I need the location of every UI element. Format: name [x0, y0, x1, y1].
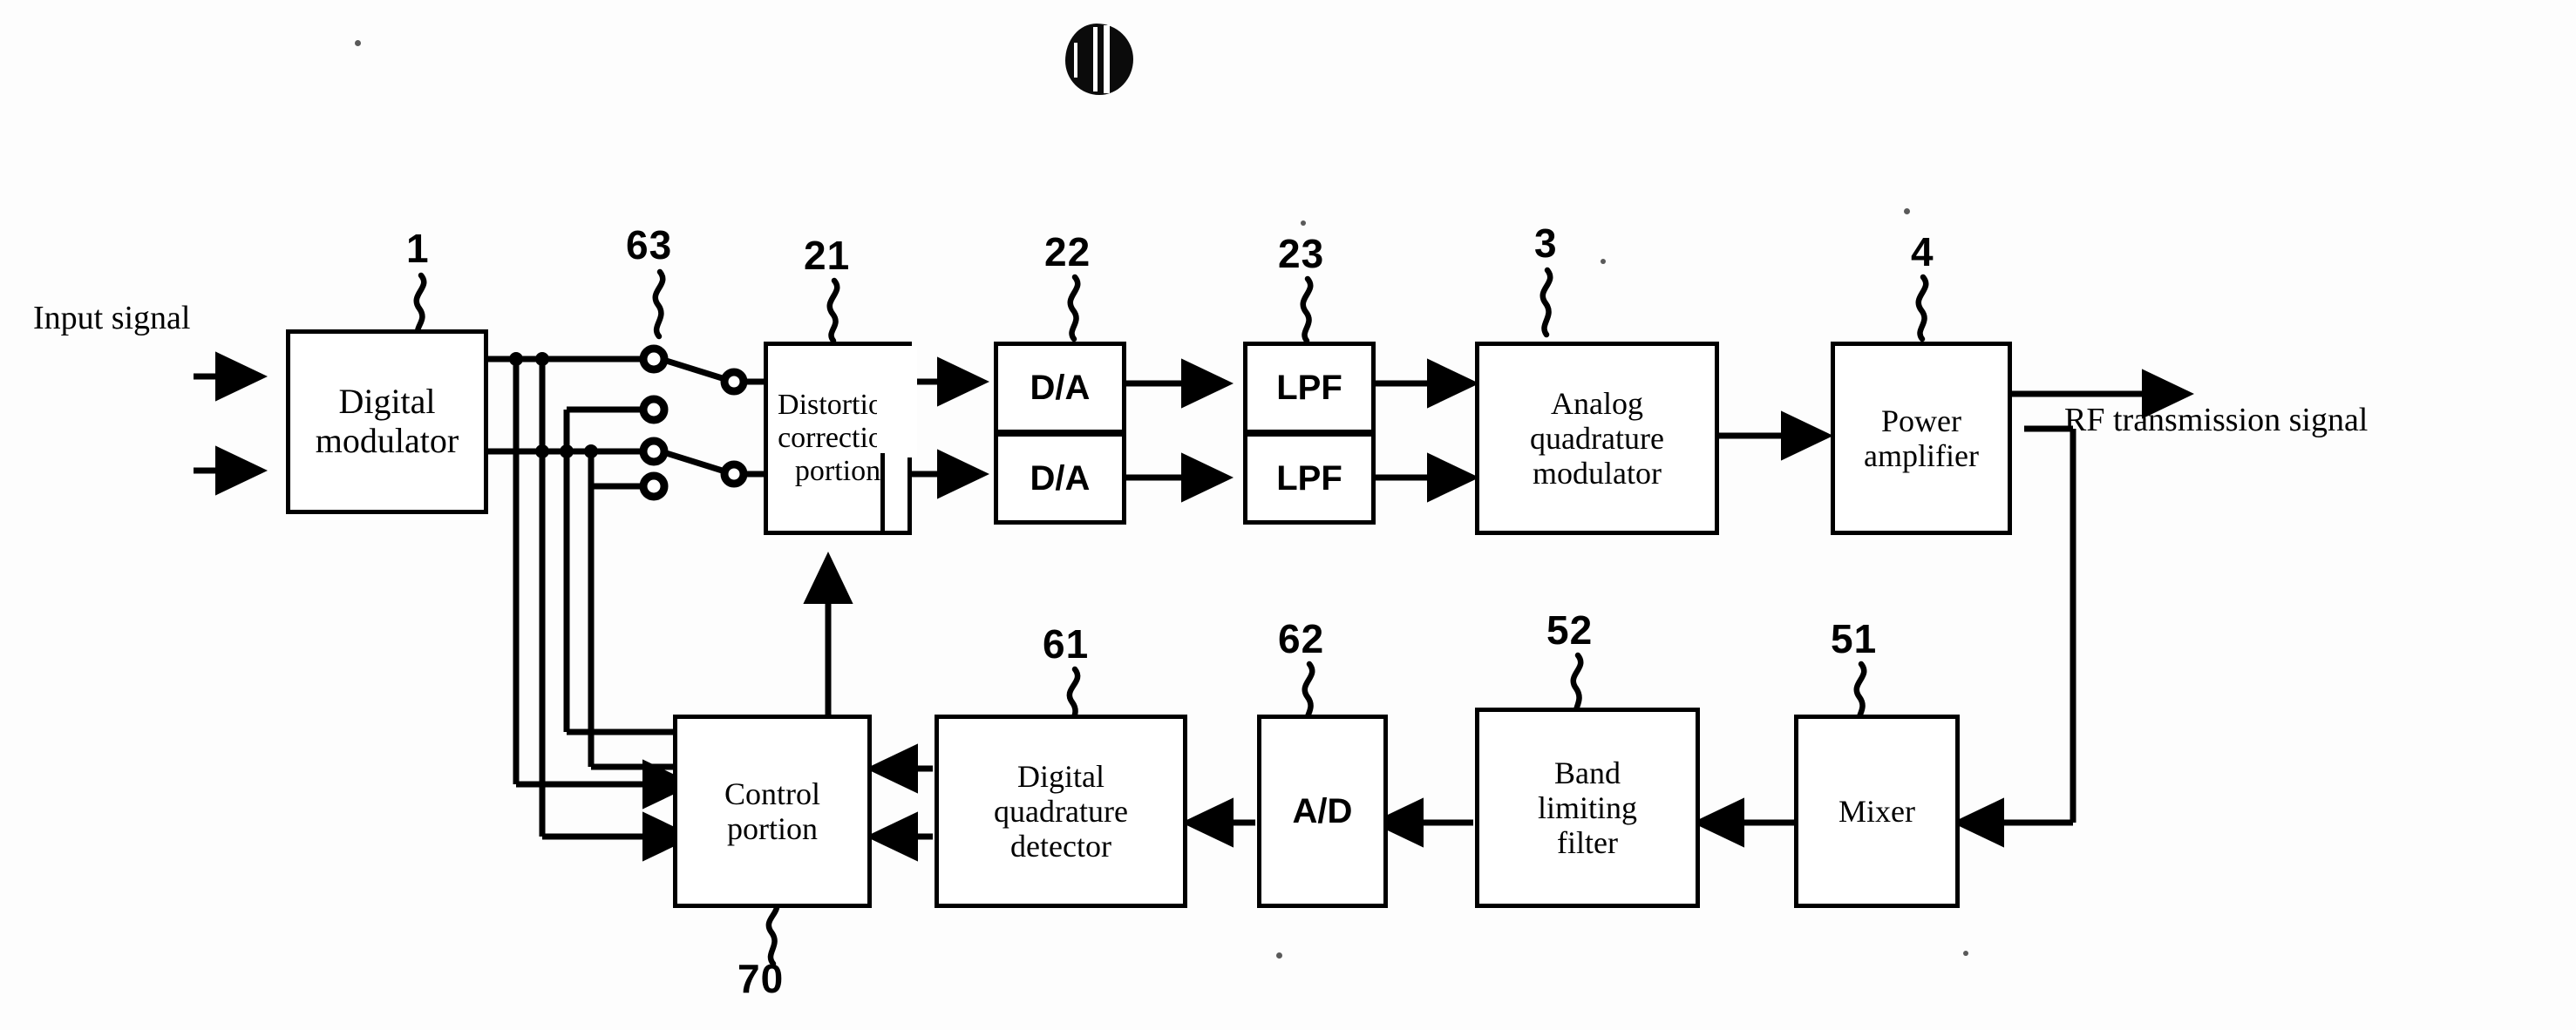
leader-63 [652, 268, 666, 340]
ref-numeral-61: 61 [1043, 621, 1090, 667]
ref-numeral-62: 62 [1278, 616, 1325, 661]
ref-numeral-63: 63 [626, 222, 673, 268]
label-line: Digital [338, 382, 436, 422]
ref-numeral-1: 1 [406, 226, 430, 271]
wire-junctions [509, 352, 598, 458]
switch-contact-throw-1 [720, 368, 748, 396]
leader-22 [1067, 274, 1081, 342]
block-ad-converter[interactable]: A/D [1257, 715, 1388, 908]
block-label: D/A [1030, 368, 1091, 407]
switch-contact-pole-1 [639, 344, 669, 374]
leader-23 [1300, 275, 1314, 344]
block-label: D/A [1030, 458, 1091, 498]
block-power-amplifier[interactable]: Power amplifier [1831, 342, 2012, 535]
block-label: LPF [1276, 368, 1342, 407]
block-analog-quadrature-modulator[interactable]: Analog quadrature modulator [1475, 342, 1719, 535]
ref-numeral-21: 21 [804, 233, 851, 278]
block-label: Power amplifier [1860, 403, 1982, 474]
block-digital-modulator[interactable]: Digital modulator [286, 329, 488, 514]
label-line: quadrature [1530, 420, 1664, 456]
ref-numeral-51: 51 [1831, 616, 1878, 661]
leader-70 [765, 896, 780, 967]
rf-output-label: RF transmission signal [2064, 402, 2369, 438]
block-label: Digital modulator [312, 382, 462, 461]
ref-numeral-23: 23 [1278, 231, 1325, 276]
ref-numeral-3: 3 [1534, 220, 1558, 266]
block-label: LPF [1276, 458, 1342, 498]
block-band-limiting-filter[interactable]: Band limiting filter [1475, 708, 1700, 908]
wire-blade-lower [659, 448, 732, 477]
block-control-portion[interactable]: Control portion [673, 715, 872, 908]
label-line: amplifier [1864, 438, 1979, 473]
leader-4 [1915, 274, 1929, 342]
switch-contact-throw-2 [720, 460, 748, 488]
label-line: Power [1880, 403, 1961, 438]
label-line: modulator [1533, 456, 1662, 491]
block-da-lower[interactable]: D/A [994, 432, 1126, 525]
leader-1 [413, 272, 427, 341]
wire-blade-upper [659, 356, 732, 384]
label-line: modulator [315, 421, 459, 460]
label-line: limiting [1537, 789, 1637, 825]
block-mixer[interactable]: Mixer [1794, 715, 1960, 908]
switch-contact-pole-3 [639, 437, 669, 466]
figure-canvas: Digital modulator Distortion correction … [0, 0, 2576, 1030]
ref-numeral-22: 22 [1044, 229, 1091, 274]
distortion-box-notch-edge [880, 453, 885, 535]
ref-numeral-52: 52 [1546, 607, 1594, 653]
leader-3 [1539, 267, 1553, 338]
ref-numeral-4: 4 [1911, 229, 1934, 274]
label-line: portion [726, 811, 818, 846]
label-line: filter [1557, 825, 1618, 861]
block-da-upper[interactable]: D/A [994, 342, 1126, 434]
block-label: A/D [1292, 791, 1353, 830]
label-line: Analog [1551, 385, 1643, 421]
label-line: detector [1010, 829, 1111, 864]
block-digital-quadrature-detector[interactable]: Digital quadrature detector [935, 715, 1187, 908]
leader-21 [826, 277, 840, 344]
label-line: Band [1553, 755, 1621, 790]
label-line: Digital [1017, 758, 1104, 794]
label-line: Control [724, 776, 820, 811]
switch-contact-pole-2 [639, 395, 669, 424]
block-label: Control portion [721, 776, 824, 847]
block-label: Mixer [1839, 793, 1915, 829]
ref-numeral-70: 70 [737, 956, 785, 1001]
block-label: Analog quadrature modulator [1526, 386, 1668, 491]
block-lpf-upper[interactable]: LPF [1243, 342, 1376, 434]
distortion-box-notch [877, 346, 917, 457]
switch-contact-pole-4 [639, 471, 669, 501]
input-signal-label: Input signal [33, 300, 191, 336]
block-label: Digital quadrature detector [990, 759, 1132, 864]
block-lpf-lower[interactable]: LPF [1243, 432, 1376, 525]
label-line: quadrature [994, 793, 1128, 829]
block-label: Band limiting filter [1534, 756, 1641, 861]
label-line: portion [794, 455, 881, 488]
